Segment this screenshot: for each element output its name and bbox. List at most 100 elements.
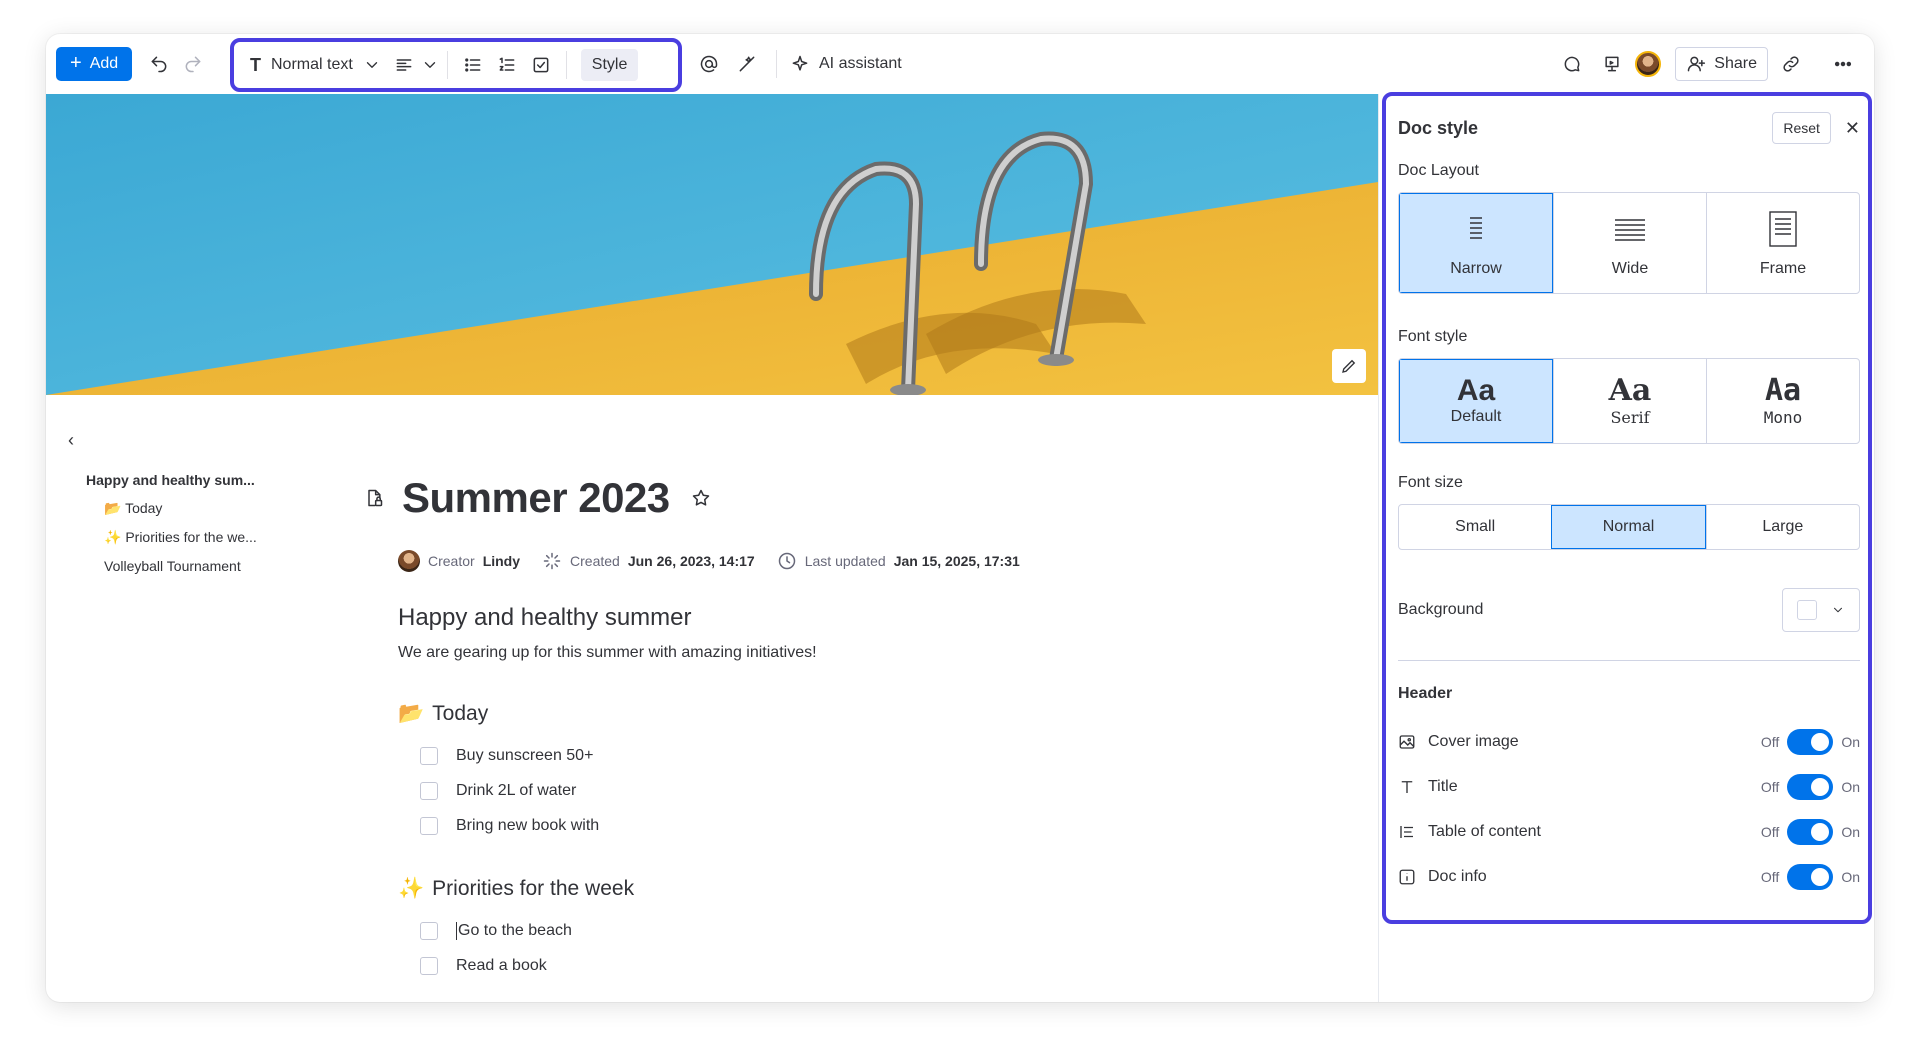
toc-item-root[interactable]: Happy and healthy sum...: [86, 472, 286, 488]
font-option-label: Default: [1450, 408, 1502, 425]
collapse-toc-icon[interactable]: ‹: [68, 430, 74, 451]
checkbox[interactable]: [420, 746, 438, 765]
toc-item-volleyball[interactable]: Volleyball Tournament: [104, 558, 286, 574]
checkbox[interactable]: [420, 816, 438, 835]
font-size-selector: Small Normal Large: [1398, 504, 1860, 550]
app-window: + Add T Normal text Style AI assistant S…: [46, 34, 1874, 1002]
checkbox[interactable]: [420, 921, 438, 940]
font-style-selector: Aa Default Aa Serif Aa Mono: [1398, 358, 1860, 444]
link-icon[interactable]: [1774, 47, 1808, 81]
checklist-item[interactable]: Read a book: [420, 948, 1298, 983]
checkbox[interactable]: [420, 781, 438, 800]
text-style-label: Normal text: [271, 56, 353, 73]
size-option-small[interactable]: Small: [1399, 505, 1551, 549]
toc-item-priorities[interactable]: ✨ Priorities for the we...: [104, 529, 286, 546]
checklist-item[interactable]: Go to the beach: [420, 913, 1298, 948]
updated-date: Jan 15, 2025, 17:31: [893, 553, 1020, 569]
font-option-mono[interactable]: Aa Mono: [1706, 359, 1859, 443]
created-label: Created: [570, 553, 620, 569]
section-heading-today[interactable]: 📂 Today: [398, 702, 1298, 726]
text-icon: [1401, 780, 1413, 793]
checklist-item[interactable]: Bring new book with: [420, 808, 1298, 843]
edit-cover-button[interactable]: [1332, 349, 1366, 383]
folder-icon: 📂: [398, 702, 425, 725]
doc-layout-label: Doc Layout: [1398, 162, 1479, 179]
magic-format-icon[interactable]: [730, 47, 764, 81]
font-option-default[interactable]: Aa Default: [1399, 359, 1553, 443]
doc-heading[interactable]: Happy and healthy summer: [398, 604, 1298, 632]
frame-layout-icon: [1769, 211, 1797, 247]
close-icon[interactable]: ✕: [1845, 118, 1860, 139]
font-option-label: Mono: [1763, 407, 1803, 427]
bulleted-list-icon[interactable]: [456, 48, 490, 82]
add-button[interactable]: + Add: [56, 47, 133, 81]
doc-info-toggle[interactable]: [1787, 863, 1834, 890]
divider: [776, 50, 777, 78]
table-of-content-toggle[interactable]: [1787, 818, 1834, 845]
background-color-dropdown[interactable]: [1782, 588, 1860, 632]
avatar[interactable]: [1635, 51, 1662, 77]
text-style-dropdown[interactable]: T Normal text: [250, 48, 381, 82]
doc-intro[interactable]: We are gearing up for this summer with a…: [398, 644, 1298, 662]
created-date: Jun 26, 2023, 14:17: [627, 553, 755, 569]
off-label: Off: [1760, 823, 1780, 840]
undo-icon[interactable]: [142, 47, 176, 81]
doc-content: Happy and healthy summer We are gearing …: [398, 604, 1298, 983]
font-sample: Aa: [1764, 372, 1802, 408]
divider: [446, 51, 448, 79]
chevron-down-icon: [1831, 593, 1845, 627]
reset-button[interactable]: Reset: [1772, 112, 1831, 144]
sparkle-icon: [789, 47, 811, 81]
checklist-item-label: Drink 2L of water: [456, 781, 577, 799]
size-option-large[interactable]: Large: [1705, 505, 1859, 549]
align-chevron-down-icon[interactable]: [421, 48, 439, 82]
present-icon[interactable]: [1595, 47, 1629, 81]
star-icon[interactable]: [684, 481, 718, 515]
ai-assistant-button[interactable]: AI assistant: [789, 47, 902, 81]
checklist-item[interactable]: Drink 2L of water: [420, 773, 1298, 808]
on-label: On: [1841, 868, 1860, 885]
layout-option-narrow[interactable]: Narrow: [1399, 193, 1553, 293]
font-option-label: Serif: [1610, 407, 1650, 427]
mention-icon[interactable]: [692, 47, 726, 81]
section-title: Today: [432, 702, 489, 725]
background-row: Background: [1398, 588, 1860, 632]
checklist-item[interactable]: Buy sunscreen 50+: [420, 738, 1298, 773]
share-label: Share: [1714, 55, 1757, 72]
doc-info: Creator Lindy Created Jun 26, 2023, 14:1…: [398, 544, 1020, 578]
size-option-normal[interactable]: Normal: [1551, 505, 1706, 549]
plus-icon: +: [70, 52, 82, 74]
wide-layout-icon: [1615, 219, 1645, 241]
layout-option-frame[interactable]: Frame: [1706, 193, 1859, 293]
align-left-icon[interactable]: [387, 48, 421, 82]
numbered-list-icon[interactable]: [490, 48, 524, 82]
created-icon: [542, 544, 562, 578]
toggle-label: Table of content: [1428, 822, 1541, 840]
format-toolbar-group: T Normal text Style: [230, 38, 682, 92]
page-title[interactable]: Summer 2023: [402, 474, 670, 522]
section-heading-priorities[interactable]: ✨ Priorities for the week: [398, 877, 1298, 901]
checkbox[interactable]: [420, 956, 438, 975]
toc-item-today[interactable]: 📂 Today: [104, 500, 286, 517]
updated-info: Last updated Jan 15, 2025, 17:31: [777, 544, 1020, 578]
checklist-item-label: Bring new book with: [456, 816, 600, 834]
cover-image-toggle[interactable]: [1787, 728, 1834, 755]
checklist-item-label: Read a book: [456, 956, 547, 974]
toggle-row-table-of-content: Table of content Off On: [1398, 809, 1860, 854]
title-toggle[interactable]: [1787, 773, 1834, 800]
created-info: Created Jun 26, 2023, 14:17: [542, 544, 755, 578]
divider: [565, 51, 567, 79]
image-icon: [1399, 734, 1415, 749]
comment-icon[interactable]: [1555, 47, 1589, 81]
font-option-serif[interactable]: Aa Serif: [1553, 359, 1706, 443]
share-button[interactable]: Share: [1675, 47, 1768, 81]
more-options-icon[interactable]: [1826, 47, 1860, 81]
creator-name: Lindy: [482, 553, 521, 569]
on-label: On: [1841, 733, 1860, 750]
font-sample: Aa: [1456, 374, 1496, 407]
layout-option-label: Wide: [1611, 260, 1649, 277]
style-button[interactable]: Style: [580, 49, 639, 81]
checklist-icon[interactable]: [524, 48, 558, 82]
layout-option-wide[interactable]: Wide: [1553, 193, 1706, 293]
redo-icon[interactable]: [176, 47, 210, 81]
